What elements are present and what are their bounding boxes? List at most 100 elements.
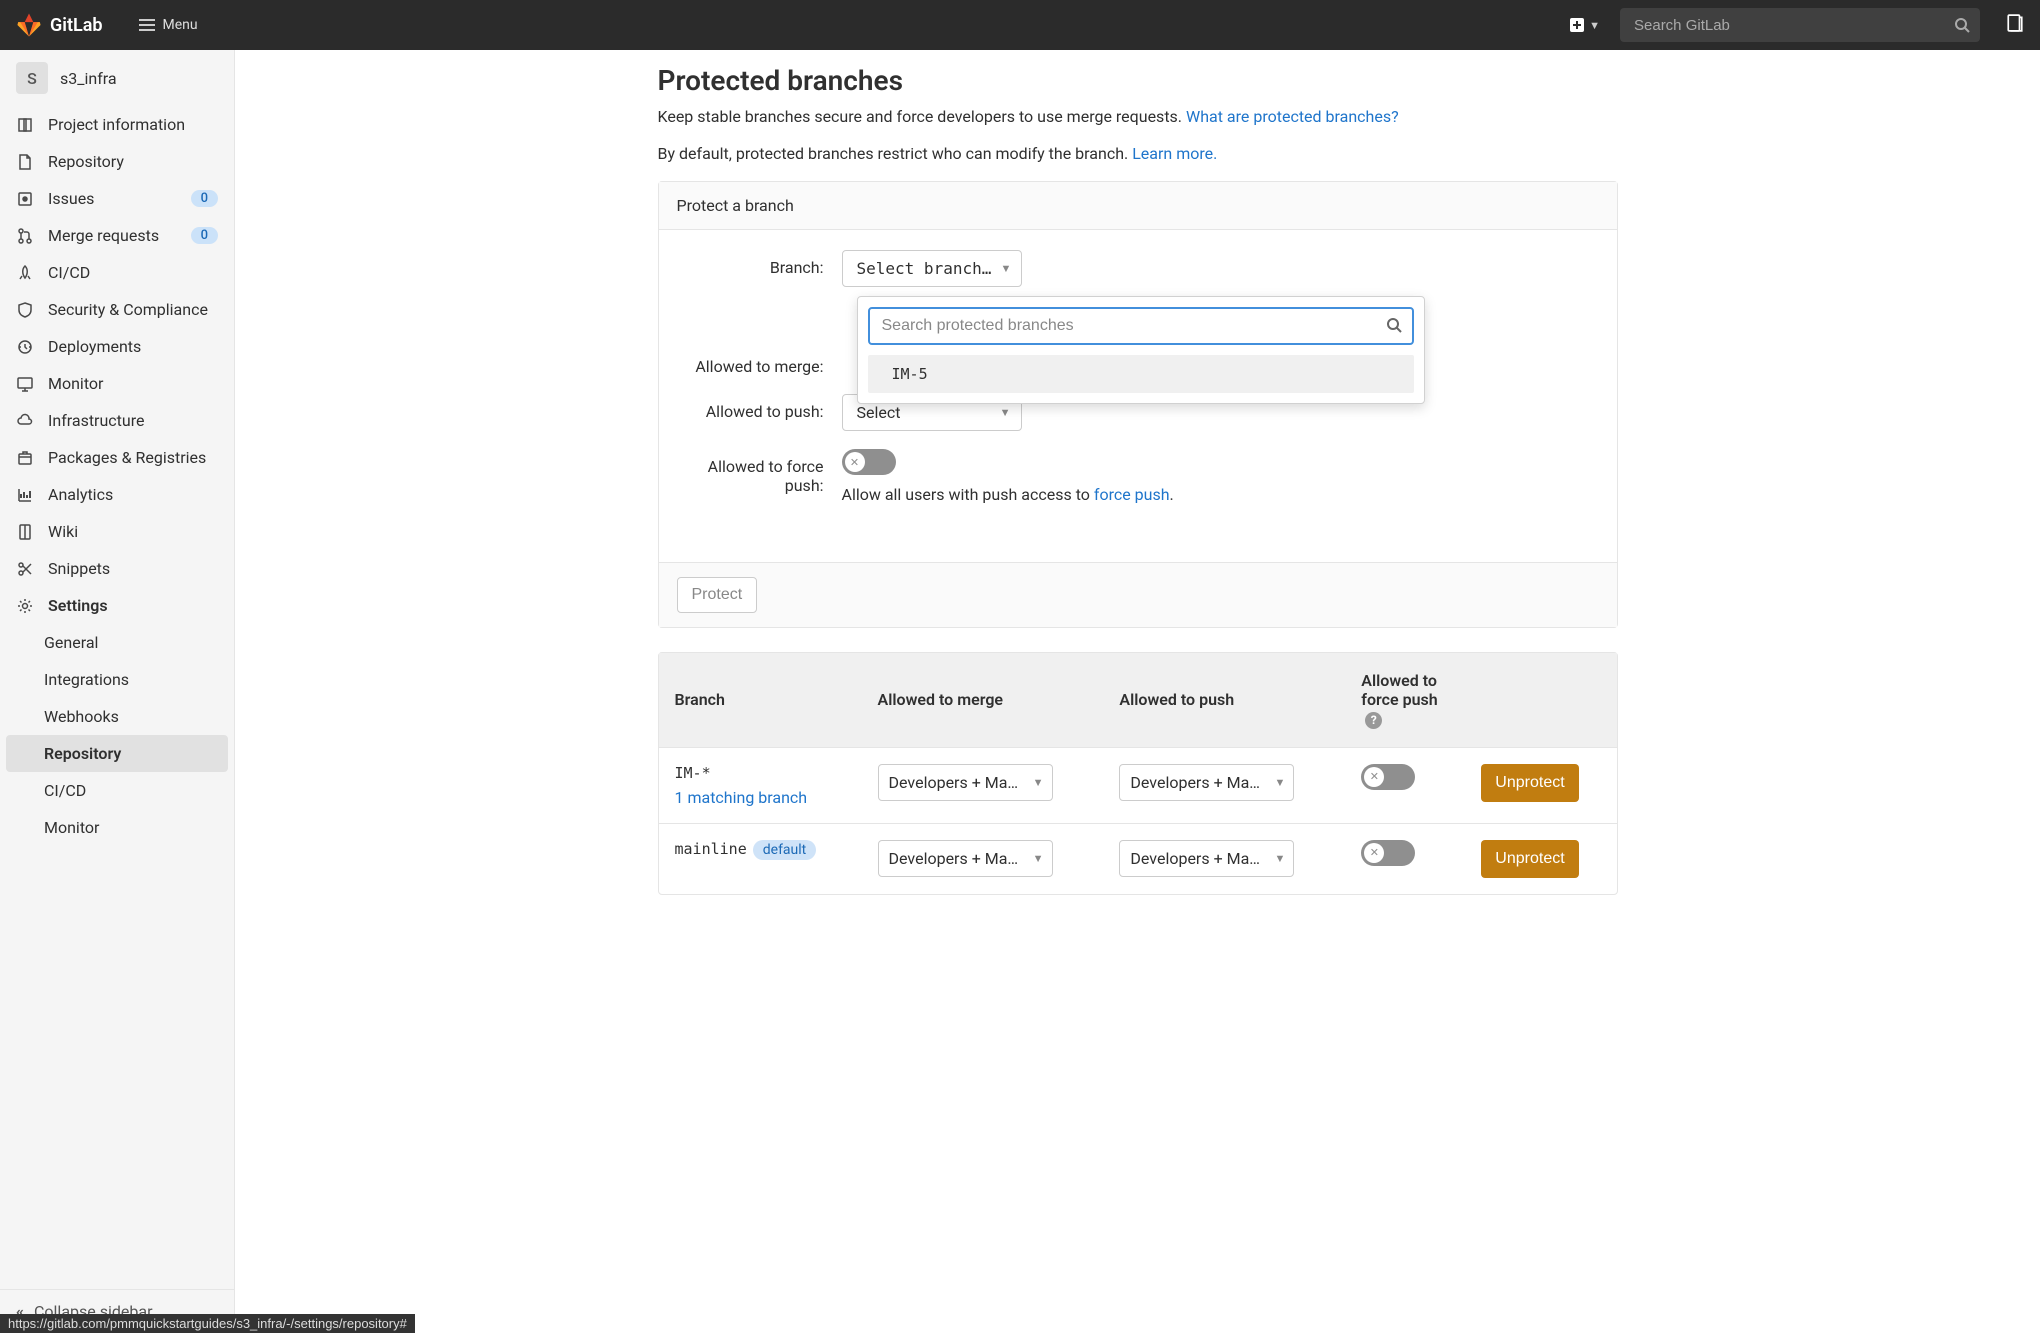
chevron-down-icon: ▼ [1589,19,1600,32]
default-badge: default [753,840,817,860]
panel-header: Protect a branch [659,182,1617,230]
row-merge-select[interactable]: Developers + Ma…▼ [878,840,1053,877]
search-icon [1386,317,1402,337]
new-button[interactable]: ▼ [1569,17,1600,33]
force-push-label: Allowed to force push: [677,449,842,495]
sidebar-item-security[interactable]: Security & Compliance [0,291,234,328]
page-title: Protected branches [658,64,1618,97]
sidebar-item-wiki[interactable]: Wiki [0,513,234,550]
learn-more-link[interactable]: Learn more. [1132,144,1217,163]
settings-sub-monitor[interactable]: Monitor [0,809,234,846]
sidebar: S s3_infra Project information Repositor… [0,50,235,1333]
sidebar-item-analytics[interactable]: Analytics [0,476,234,513]
dropdown-search-input[interactable] [882,317,1376,335]
search-input[interactable] [1620,8,1980,42]
push-label: Allowed to push: [677,394,842,421]
chevron-down-icon: ▼ [1000,262,1011,275]
plus-square-icon [1569,17,1585,33]
dropdown-search[interactable] [868,307,1414,345]
branch-name: IM-* [675,764,711,782]
global-search[interactable] [1620,8,1980,42]
gitlab-logo-icon [16,12,42,38]
force-push-helper: Allow all users with push access to forc… [842,485,1599,504]
chevron-down-icon: ▼ [1275,852,1286,865]
scissors-icon [16,560,34,578]
toggle-knob: ✕ [845,452,865,472]
force-push-toggle[interactable]: ✕ [842,449,896,475]
page-desc-2: By default, protected branches restrict … [658,144,1618,163]
table-row: IM-*1 matching branch Developers + Ma…▼ … [659,747,1617,823]
project-name: s3_infra [60,69,117,88]
branch-label: Branch: [677,250,842,277]
force-push-link[interactable]: force push [1094,485,1170,504]
project-header[interactable]: S s3_infra [0,50,234,106]
sidebar-item-project-info[interactable]: Project information [0,106,234,143]
what-are-link[interactable]: What are protected branches? [1186,107,1399,126]
sidebar-item-issues[interactable]: Issues0 [0,180,234,217]
sidebar-item-packages[interactable]: Packages & Registries [0,439,234,476]
chart-icon [16,486,34,504]
sidebar-item-settings[interactable]: Settings [0,587,234,624]
settings-sub-integrations[interactable]: Integrations [0,661,234,698]
menu-button[interactable]: Menu [139,17,198,33]
package-icon [16,449,34,467]
status-bar: https://gitlab.com/pmmquickstartguides/s… [0,1314,415,1333]
help-icon[interactable]: ? [1365,712,1382,729]
sidebar-item-monitor[interactable]: Monitor [0,365,234,402]
table-row: mainline default Developers + Ma…▼ Develo… [659,823,1617,894]
row-push-select[interactable]: Developers + Ma…▼ [1119,840,1294,877]
protected-branches-table: Branch Allowed to merge Allowed to push … [658,652,1618,895]
sidebar-item-repository[interactable]: Repository [0,143,234,180]
row-merge-select[interactable]: Developers + Ma…▼ [878,764,1053,801]
monitor-icon [16,375,34,393]
mr-badge: 0 [191,227,218,244]
sidebar-item-snippets[interactable]: Snippets [0,550,234,587]
info-icon [16,116,34,134]
chevron-down-icon: ▼ [1275,776,1286,789]
sidebar-item-cicd[interactable]: CI/CD [0,254,234,291]
chevron-down-icon: ▼ [1033,776,1044,789]
rocket-icon [16,264,34,282]
col-push: Allowed to push [1103,653,1345,747]
docs-icon[interactable] [2006,14,2024,36]
col-branch: Branch [659,653,862,747]
merge-icon [16,227,34,245]
row-force-toggle[interactable]: ✕ [1361,840,1415,866]
menu-label: Menu [163,17,198,33]
book-icon [16,523,34,541]
deploy-icon [16,338,34,356]
logo-text: GitLab [50,15,103,36]
file-icon [16,153,34,171]
matching-branch-link[interactable]: 1 matching branch [675,788,846,807]
sidebar-item-deployments[interactable]: Deployments [0,328,234,365]
gear-icon [16,597,34,615]
dropdown-item[interactable]: IM-5 [868,355,1414,393]
settings-sub-cicd[interactable]: CI/CD [0,772,234,809]
protect-button[interactable]: Protect [677,577,758,613]
row-force-toggle[interactable]: ✕ [1361,764,1415,790]
unprotect-button[interactable]: Unprotect [1481,840,1578,878]
sidebar-item-infrastructure[interactable]: Infrastructure [0,402,234,439]
settings-sub-general[interactable]: General [0,624,234,661]
unprotect-button[interactable]: Unprotect [1481,764,1578,802]
page-desc-1: Keep stable branches secure and force de… [658,107,1618,126]
branch-dropdown: IM-5 [857,296,1425,404]
branch-select[interactable]: Select branch…▼ [842,250,1023,287]
sidebar-item-merge-requests[interactable]: Merge requests0 [0,217,234,254]
search-icon [1954,17,1970,37]
merge-label: Allowed to merge: [677,349,842,376]
shield-icon [16,301,34,319]
main-content: Protected branches Keep stable branches … [235,50,2040,1333]
col-force: Allowed to force push ? [1345,653,1465,747]
settings-sub-repository[interactable]: Repository [6,735,228,772]
issue-icon [16,190,34,208]
col-merge: Allowed to merge [862,653,1104,747]
project-avatar: S [16,62,48,94]
logo[interactable]: GitLab [16,12,103,38]
cloud-icon [16,412,34,430]
issues-badge: 0 [191,190,218,207]
branch-name: mainline [675,840,747,858]
chevron-down-icon: ▼ [1000,406,1011,419]
row-push-select[interactable]: Developers + Ma…▼ [1119,764,1294,801]
settings-sub-webhooks[interactable]: Webhooks [0,698,234,735]
